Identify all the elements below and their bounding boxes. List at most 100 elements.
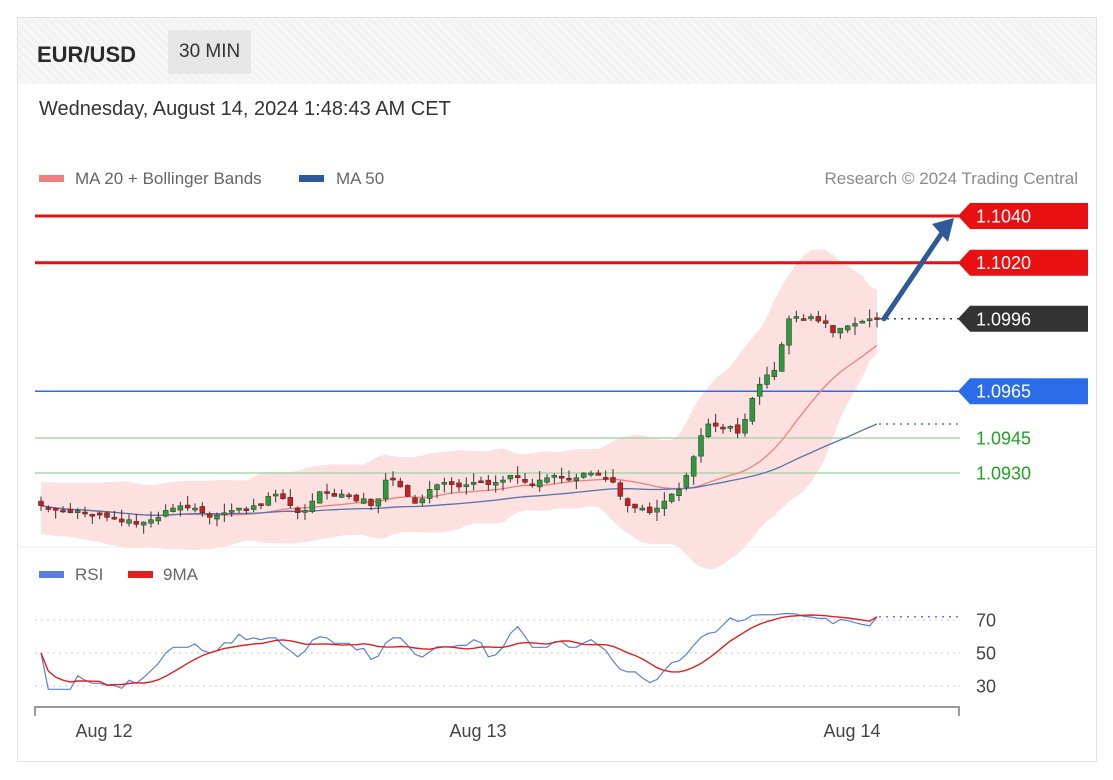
pivot-label-value: 1.0965 bbox=[976, 382, 1031, 402]
forecast-arrow-shaft bbox=[881, 227, 947, 322]
bearish-candle bbox=[104, 512, 110, 518]
ma20-legend-label: MA 20 + Bollinger Bands bbox=[75, 169, 262, 188]
bearish-candle bbox=[294, 507, 301, 513]
bullish-candle bbox=[705, 423, 712, 437]
bearish-candle bbox=[368, 498, 374, 506]
bearish-candle bbox=[529, 483, 536, 486]
bullish-candle bbox=[302, 510, 308, 513]
bullish-candle bbox=[214, 514, 220, 520]
bullish-candle bbox=[536, 479, 543, 488]
ma50-legend-label: MA 50 bbox=[336, 169, 384, 188]
price-labels: 1.1040 1.1020 1.0996 1.0965 1.0945 1.0930 bbox=[958, 203, 1088, 484]
main-legend: MA 20 + Bollinger Bands MA 50 Research ©… bbox=[39, 169, 1078, 188]
bearish-candle bbox=[610, 477, 616, 483]
bullish-candle bbox=[221, 512, 228, 515]
bullish-candle bbox=[492, 482, 499, 486]
bearish-candle bbox=[624, 498, 631, 506]
support-label-value: 1.0930 bbox=[976, 464, 1031, 484]
bullish-candle bbox=[441, 482, 448, 485]
bearish-candle bbox=[874, 317, 880, 320]
bullish-candle bbox=[661, 500, 668, 509]
bearish-candle bbox=[89, 513, 96, 517]
rsi-ma9-line bbox=[40, 614, 878, 686]
bullish-candle bbox=[778, 344, 785, 372]
bullish-candle bbox=[470, 482, 477, 485]
bearish-candle bbox=[111, 516, 118, 520]
bearish-candle bbox=[646, 506, 653, 513]
bullish-candle bbox=[866, 318, 873, 322]
bearish-candle bbox=[60, 509, 66, 513]
bullish-candle bbox=[573, 477, 580, 481]
ma9-legend-label: 9MA bbox=[163, 565, 199, 584]
bullish-candle bbox=[756, 383, 763, 397]
bullish-candle bbox=[228, 510, 235, 513]
bearish-candle bbox=[478, 480, 484, 484]
rsi-panel: 70 50 30 bbox=[35, 611, 996, 697]
bearish-candle bbox=[118, 518, 125, 523]
bearish-candle bbox=[52, 507, 59, 511]
bearish-candle bbox=[404, 484, 411, 497]
bullish-candle bbox=[793, 316, 800, 319]
bullish-candle bbox=[588, 472, 594, 476]
bullish-candle bbox=[654, 507, 660, 513]
bearish-candle bbox=[199, 506, 206, 513]
bearish-candle bbox=[514, 475, 521, 478]
bullish-candle bbox=[749, 397, 756, 422]
bearish-candle bbox=[96, 512, 103, 516]
bearish-candle bbox=[456, 482, 462, 488]
bullish-candle bbox=[683, 475, 690, 488]
bearish-candle bbox=[243, 508, 250, 511]
bullish-candle bbox=[764, 374, 770, 385]
x-tick-label: Aug 14 bbox=[823, 721, 880, 741]
bearish-candle bbox=[390, 477, 396, 481]
bullish-candle bbox=[360, 498, 367, 504]
bearish-candle bbox=[830, 325, 836, 334]
rsi-line bbox=[40, 612, 878, 690]
bullish-candle bbox=[500, 479, 506, 483]
bullish-candle bbox=[676, 489, 682, 496]
bearish-candle bbox=[324, 491, 330, 494]
bullish-candle bbox=[162, 510, 169, 517]
bullish-candle bbox=[316, 491, 323, 504]
bearish-candle bbox=[45, 507, 52, 510]
bullish-candle bbox=[309, 500, 316, 512]
bearish-candle bbox=[800, 318, 807, 321]
bullish-candle bbox=[690, 456, 697, 477]
ma9-legend-swatch bbox=[128, 571, 153, 578]
bullish-candle bbox=[155, 517, 162, 522]
bullish-candle bbox=[507, 475, 514, 480]
bearish-candle bbox=[632, 503, 638, 509]
bearish-candle bbox=[412, 497, 418, 504]
rsi-level-label: 30 bbox=[976, 677, 996, 697]
bearish-candle bbox=[602, 477, 609, 480]
bearish-candle bbox=[82, 511, 88, 515]
support-label-value: 1.0945 bbox=[976, 428, 1031, 448]
bullish-candle bbox=[580, 472, 587, 478]
bullish-candle bbox=[786, 318, 792, 346]
bearish-candle bbox=[38, 500, 44, 506]
time-axis-line bbox=[34, 706, 960, 716]
bullish-candle bbox=[177, 505, 184, 511]
bullish-candle bbox=[844, 325, 851, 331]
rsi-legend: RSI 9MA bbox=[39, 565, 199, 584]
bearish-candle bbox=[712, 422, 719, 427]
forecast-arrow-head bbox=[932, 218, 954, 242]
bearish-candle bbox=[133, 521, 140, 525]
bullish-candle bbox=[265, 496, 272, 506]
bearish-candle bbox=[566, 477, 572, 481]
bullish-candle bbox=[668, 493, 675, 502]
bullish-candle bbox=[434, 484, 440, 490]
resistance-label-value: 1.1020 bbox=[976, 253, 1031, 273]
bullish-candle bbox=[236, 507, 242, 511]
bullish-candle bbox=[375, 498, 382, 507]
bullish-candle bbox=[859, 320, 866, 324]
bearish-candle bbox=[448, 481, 455, 485]
bullish-candle bbox=[727, 426, 734, 429]
bullish-candle bbox=[808, 316, 814, 320]
last-price-label-value: 1.0996 bbox=[976, 309, 1031, 329]
bearish-candle bbox=[258, 503, 264, 506]
bullish-candle bbox=[140, 521, 147, 526]
bearish-candle bbox=[595, 472, 602, 476]
bullish-candle bbox=[742, 419, 748, 434]
ma20-legend-swatch bbox=[39, 175, 64, 182]
